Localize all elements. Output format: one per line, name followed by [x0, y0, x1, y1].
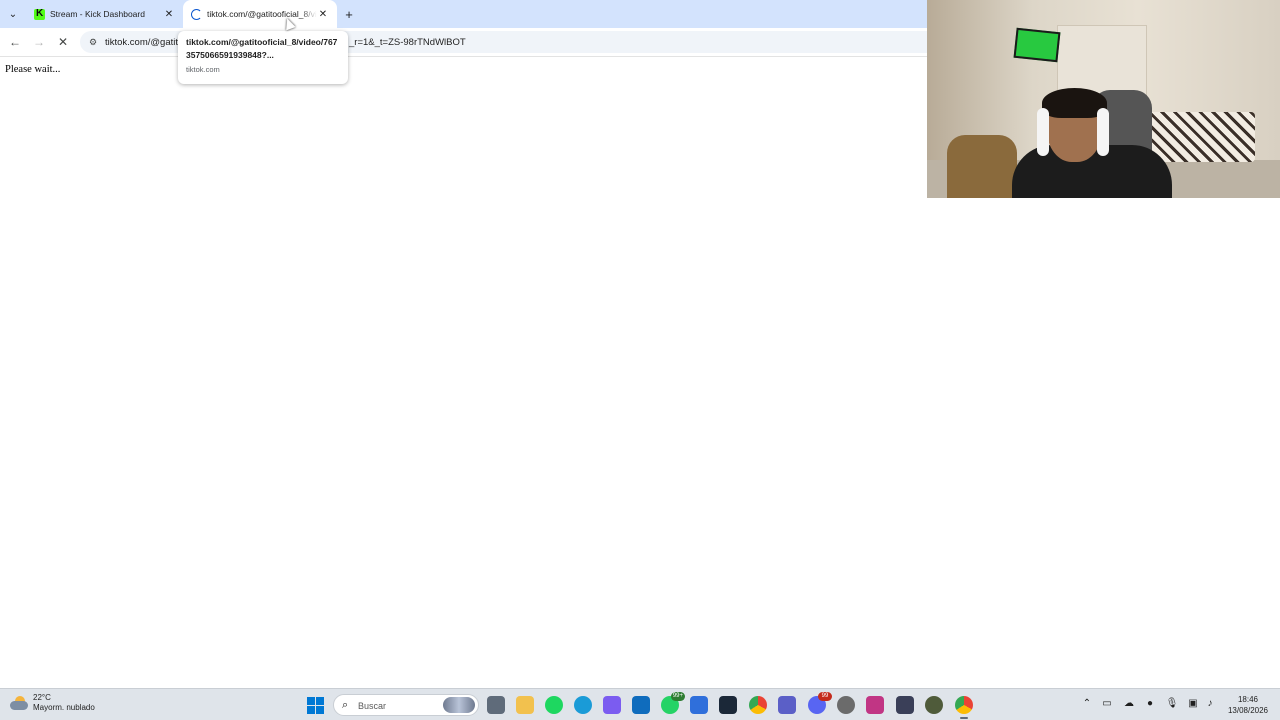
webcam-overlay [927, 0, 1280, 198]
url-text[interactable]: tiktok.com/@gatitooficial_8/video/767357… [105, 37, 179, 48]
tray-app-icon[interactable]: ▭ [1100, 698, 1114, 709]
chevron-up-icon[interactable]: ⌃ [1080, 698, 1094, 709]
volume-icon[interactable]: ♪ [1203, 698, 1217, 709]
stop-loading-icon[interactable]: ✕ [55, 34, 71, 50]
screen: ⌄ Stream - Kick Dashboard ✕ tiktok.com/@… [0, 0, 1280, 720]
tab-title: Stream - Kick Dashboard [50, 9, 145, 19]
webcam-headset [1037, 108, 1049, 156]
taskbar-search[interactable]: ⌕ Buscar [333, 694, 479, 716]
tray-cloud-icon[interactable]: ☁ [1122, 698, 1136, 709]
search-icon: ⌕ [342, 699, 349, 711]
tab-search-button[interactable]: ⌄ [0, 0, 26, 28]
app-icon-2[interactable] [925, 696, 943, 714]
webcam-person-hair [1042, 88, 1107, 118]
back-arrow-icon[interactable]: ← [7, 34, 23, 50]
app-icon[interactable] [896, 696, 914, 714]
new-tab-button[interactable]: + [337, 0, 361, 28]
forward-arrow-icon[interactable]: → [31, 34, 47, 50]
edge-icon[interactable] [574, 696, 592, 714]
browser-toolbar: ← → ✕ ⚙ tiktok.com/@gatitooficial_8/vide… [0, 28, 927, 57]
chevron-down-icon: ⌄ [8, 8, 18, 20]
search-highlight-icon [443, 697, 475, 713]
site-info-icon[interactable]: ⚙ [86, 34, 100, 50]
close-tab-icon[interactable]: ✕ [317, 9, 329, 20]
discord-badge: 99 [818, 692, 832, 701]
hover-card-domain: tiktok.com [186, 65, 220, 74]
obs-icon[interactable] [837, 696, 855, 714]
clock[interactable]: 18:46 13/08/2026 [1220, 694, 1276, 716]
copilot-icon[interactable] [603, 696, 621, 714]
store-icon[interactable] [690, 696, 708, 714]
windows-start-icon[interactable] [307, 697, 324, 714]
weather-temp: 22°C [33, 693, 51, 702]
weather-desc: Mayorm. nublado [33, 703, 95, 712]
network-icon[interactable]: ▣ [1186, 698, 1200, 709]
tab-hover-card: tiktok.com/@gatitooficial_8/video/767357… [178, 31, 348, 84]
kick-favicon-icon [34, 8, 45, 20]
loading-message: Please wait... [5, 64, 61, 75]
tab-strip: ⌄ Stream - Kick Dashboard ✕ tiktok.com/@… [0, 0, 927, 28]
steam-icon[interactable] [719, 696, 737, 714]
clock-time: 18:46 [1237, 695, 1259, 704]
hover-card-title: tiktok.com/@gatitooficial_8/video/767357… [186, 37, 338, 60]
tab-title: tiktok.com/@gatitooficial_8/video/767357… [207, 9, 317, 19]
instagram-icon[interactable] [866, 696, 884, 714]
spotify-icon[interactable] [545, 696, 563, 714]
file-explorer-icon[interactable] [516, 696, 534, 714]
loading-spinner-icon [191, 8, 202, 20]
close-tab-icon[interactable]: ✕ [163, 9, 175, 20]
task-view-icon[interactable] [487, 696, 505, 714]
webcam-green-screen [1013, 27, 1061, 63]
taskbar: 22°C Mayorm. nublado ⌕ Buscar 99+ 99 ⌃ ▭… [0, 688, 1280, 720]
clock-date: 13/08/2026 [1227, 706, 1269, 715]
tab-tiktok[interactable]: tiktok.com/@gatitooficial_8/video/767357… [183, 0, 337, 28]
weather-widget[interactable]: 22°C Mayorm. nublado [10, 693, 95, 713]
whatsapp-badge: 99+ [670, 692, 685, 701]
tray-status-icon[interactable]: ● [1143, 698, 1157, 709]
webcam-chair [947, 135, 1017, 198]
whatsapp-icon[interactable]: 99+ [661, 692, 685, 714]
outlook-icon[interactable] [632, 696, 650, 714]
partly-cloudy-icon [10, 696, 28, 710]
microphone-icon[interactable]: 🎙 [1165, 698, 1179, 709]
search-placeholder: Buscar [358, 701, 387, 711]
tab-kick-dashboard[interactable]: Stream - Kick Dashboard ✕ [26, 0, 183, 28]
discord-icon[interactable]: 99 [808, 692, 832, 714]
chrome-icon[interactable] [749, 696, 767, 714]
url-text-end[interactable]: _r=1&_t=ZS-98rTNdWlBOT [349, 37, 466, 48]
teams-icon[interactable] [778, 696, 796, 714]
chrome-active-icon[interactable] [955, 696, 973, 719]
